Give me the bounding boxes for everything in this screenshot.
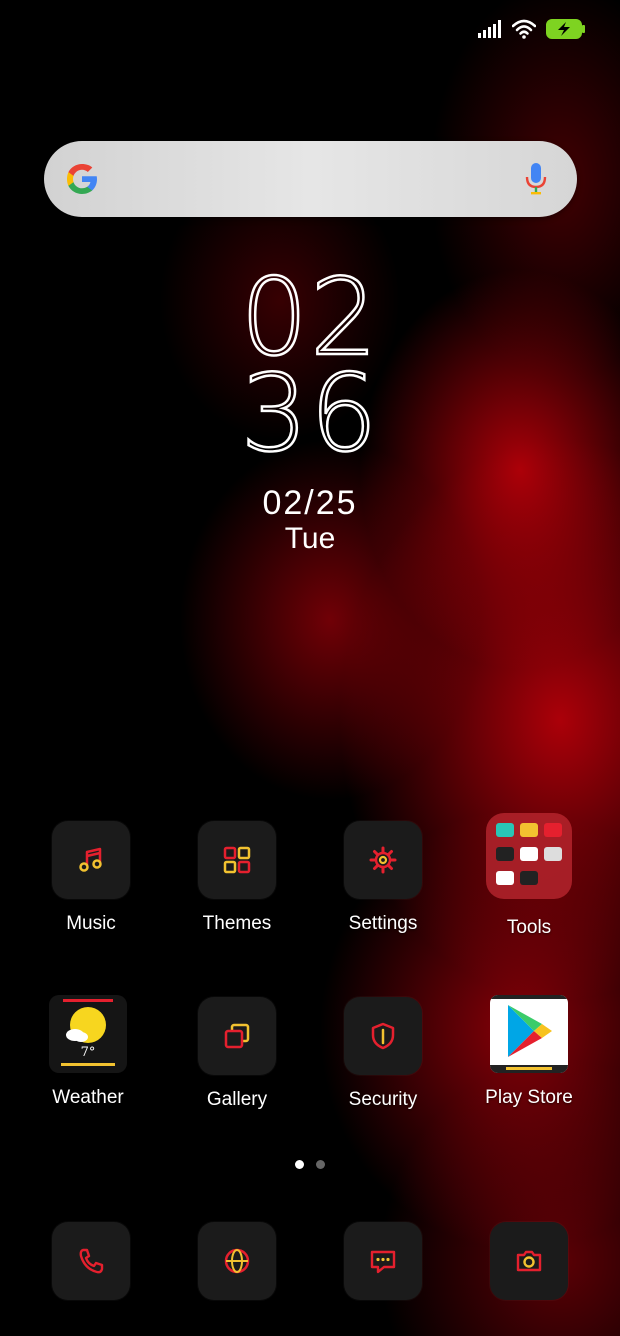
mic-icon[interactable] <box>525 163 547 197</box>
app-label-themes: Themes <box>202 913 272 934</box>
wifi-icon <box>512 19 536 39</box>
app-weather[interactable]: 7° Weather <box>15 995 161 1109</box>
app-gallery[interactable]: Gallery <box>164 997 310 1111</box>
music-tile[interactable] <box>52 821 130 899</box>
app-label-music: Music <box>66 913 116 934</box>
app-label-security: Security <box>348 1089 418 1110</box>
camera-tile[interactable] <box>490 1222 568 1300</box>
signal-icon <box>478 20 501 38</box>
app-folder-tools[interactable]: Tools <box>456 813 602 939</box>
gallery-icon <box>224 1023 250 1049</box>
settings-tile[interactable] <box>344 821 422 899</box>
browser-tile[interactable] <box>198 1222 276 1300</box>
app-label-play-store: Play Store <box>485 1087 573 1108</box>
play-store-icon[interactable] <box>490 995 568 1073</box>
dock-browser[interactable] <box>164 1222 310 1300</box>
app-label-settings: Settings <box>348 913 418 934</box>
settings-gear-icon <box>369 846 397 874</box>
security-tile[interactable] <box>344 997 422 1075</box>
page-dot-1[interactable] <box>295 1160 304 1169</box>
messages-tile[interactable] <box>344 1222 422 1300</box>
browser-icon <box>224 1248 250 1274</box>
play-triangle-icon <box>490 995 568 1073</box>
app-play-store[interactable]: Play Store <box>456 995 602 1109</box>
folder-icon[interactable] <box>486 813 572 899</box>
google-search-bar[interactable] <box>44 141 577 217</box>
dock-phone[interactable] <box>18 1222 164 1300</box>
weather-temp: 7° <box>80 1045 96 1060</box>
app-label-gallery: Gallery <box>206 1089 268 1110</box>
clock-widget[interactable]: 02 36 <box>0 263 620 475</box>
dock-camera[interactable] <box>456 1222 602 1300</box>
app-themes[interactable]: Themes <box>164 821 310 935</box>
clock-date: 02/25 <box>262 484 358 522</box>
status-bar <box>478 14 586 44</box>
app-label-tools: Tools <box>506 917 552 938</box>
app-music[interactable]: Music <box>18 821 164 935</box>
app-security[interactable]: Security <box>310 997 456 1111</box>
music-icon <box>79 847 102 872</box>
battery-charging-icon <box>546 19 585 39</box>
weather-sun-icon <box>61 999 115 1066</box>
page-dot-2[interactable] <box>316 1160 325 1169</box>
themes-tile[interactable] <box>198 821 276 899</box>
themes-icon <box>223 846 251 874</box>
app-label-weather: Weather <box>52 1087 124 1108</box>
messages-icon <box>370 1250 396 1274</box>
clock-day: Tue <box>284 522 336 555</box>
weather-icon[interactable]: 7° <box>49 995 127 1073</box>
clock-minute: 36 <box>239 352 380 475</box>
app-settings[interactable]: Settings <box>310 821 456 935</box>
gallery-tile[interactable] <box>198 997 276 1075</box>
phone-icon <box>79 1248 104 1274</box>
page-indicator[interactable] <box>0 1160 620 1169</box>
camera-icon <box>516 1250 542 1272</box>
dock-messages[interactable] <box>310 1222 456 1300</box>
google-g-icon <box>67 164 97 194</box>
home-screen: 02 36 02/25 Tue Music Themes Settings To… <box>0 0 620 1336</box>
phone-tile[interactable] <box>52 1222 130 1300</box>
security-shield-icon <box>371 1022 395 1050</box>
